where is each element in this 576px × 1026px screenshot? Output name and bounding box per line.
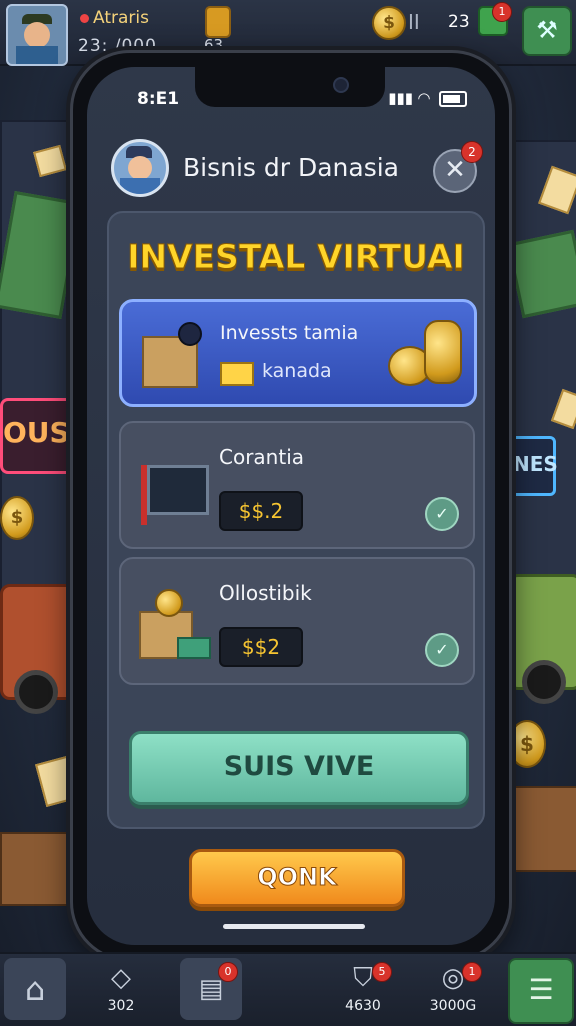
floating-coin-right: $ bbox=[508, 720, 546, 768]
avatar-body bbox=[120, 178, 160, 194]
neon-sign-right: NES bbox=[510, 436, 558, 496]
investment-card[interactable]: Ollostibik $$2 ✓ bbox=[119, 557, 475, 685]
coin-count: 23 bbox=[448, 12, 470, 32]
neon-sign-left: OUSB bbox=[0, 398, 91, 474]
checkmark-icon[interactable]: ✓ bbox=[425, 497, 459, 531]
card-title: Invessts tamia bbox=[220, 322, 359, 344]
nav-badge: 5 bbox=[372, 962, 392, 982]
gold-bar-icon bbox=[220, 362, 254, 386]
phone-screen: 8:E1 ▮▮▮ ◠ Bisnis dr Danasia ✕ 2 INVESTA… bbox=[87, 67, 495, 945]
player-avatar[interactable] bbox=[6, 4, 68, 66]
secondary-action-button[interactable]: QONK bbox=[189, 849, 405, 907]
nav-calendar[interactable]: ▤ 0 bbox=[180, 958, 242, 1020]
nav-shield[interactable]: ⛉ 5 4630 bbox=[332, 958, 394, 1020]
card-title: Ollostibik bbox=[219, 581, 312, 605]
nav-label: 3000G bbox=[429, 998, 477, 1014]
phone-notch bbox=[195, 67, 385, 107]
cardboard-box-right bbox=[514, 786, 576, 872]
wifi-icon: ◠ bbox=[418, 89, 430, 107]
coin-bars: II bbox=[408, 10, 420, 34]
player-name: Atraris bbox=[80, 8, 149, 28]
avatar-body bbox=[16, 46, 58, 64]
card-title: Corantia bbox=[219, 445, 305, 469]
card-price: $$.2 bbox=[219, 491, 303, 531]
status-icons: ▮▮▮ ◠ bbox=[388, 89, 467, 107]
checkmark-icon[interactable]: ✓ bbox=[425, 633, 459, 667]
header-title: Bisnis dr Danasia bbox=[183, 153, 400, 182]
nav-menu[interactable]: ☰ bbox=[508, 958, 574, 1024]
menu-icon: ☰ bbox=[528, 973, 554, 1006]
nav-label: 4630 bbox=[345, 998, 381, 1014]
coin-stack-icon bbox=[388, 320, 462, 386]
map-icon: ◇ bbox=[111, 963, 131, 993]
nav-home[interactable]: ⌂ bbox=[4, 958, 66, 1020]
nav-compass[interactable]: ◎ 1 3000G bbox=[422, 958, 484, 1020]
close-badge: 2 bbox=[461, 141, 483, 163]
status-time: 8:E1 bbox=[137, 89, 180, 109]
lock-icon[interactable] bbox=[205, 6, 231, 38]
home-indicator bbox=[223, 924, 365, 929]
panel-banner: INVESTAL VIRTUAI bbox=[127, 237, 466, 277]
card-price: $$2 bbox=[219, 627, 303, 667]
nav-badge: 1 bbox=[462, 962, 482, 982]
billboard-icon bbox=[137, 441, 211, 527]
van-wheel-right bbox=[522, 660, 566, 704]
battery-icon bbox=[439, 90, 467, 107]
coin-icon: $ bbox=[372, 6, 406, 40]
floating-coin-left: $ bbox=[0, 496, 34, 540]
avatar-face bbox=[128, 156, 152, 180]
header-avatar bbox=[111, 139, 169, 197]
cardboard-box-left bbox=[0, 832, 74, 906]
nav-badge: 0 bbox=[218, 962, 238, 982]
investment-card[interactable]: Corantia $$.2 ✓ bbox=[119, 421, 475, 549]
investment-panel: INVESTAL VIRTUAI Invessts tamia kanada C… bbox=[107, 211, 485, 829]
gem-badge: 1 bbox=[492, 2, 512, 22]
nav-label: 302 bbox=[107, 998, 135, 1014]
camera-icon bbox=[333, 77, 349, 93]
signal-icon: ▮▮▮ bbox=[388, 89, 413, 107]
crate-coin-icon bbox=[137, 577, 211, 663]
card-subtitle: kanada bbox=[262, 360, 332, 382]
player-name-text: Atraris bbox=[93, 8, 149, 28]
gold-crate-icon bbox=[138, 312, 212, 398]
primary-action-button[interactable]: SUIS VIVE bbox=[129, 731, 469, 805]
phone-frame: 8:E1 ▮▮▮ ◠ Bisnis dr Danasia ✕ 2 INVESTA… bbox=[70, 50, 512, 962]
investment-card-featured[interactable]: Invessts tamia kanada bbox=[119, 299, 477, 407]
home-icon: ⌂ bbox=[24, 970, 46, 1008]
hammer-icon[interactable]: ⚒ bbox=[522, 6, 572, 56]
nav-map[interactable]: ◇ 302 bbox=[90, 958, 152, 1020]
bottom-nav: ⌂ ◇ 302 ▤ 0 ⛉ 5 4630 ◎ 1 3000G ☰ bbox=[0, 952, 576, 1026]
van-wheel-left bbox=[14, 670, 58, 714]
avatar-face bbox=[24, 22, 50, 48]
online-dot-icon bbox=[80, 13, 89, 23]
